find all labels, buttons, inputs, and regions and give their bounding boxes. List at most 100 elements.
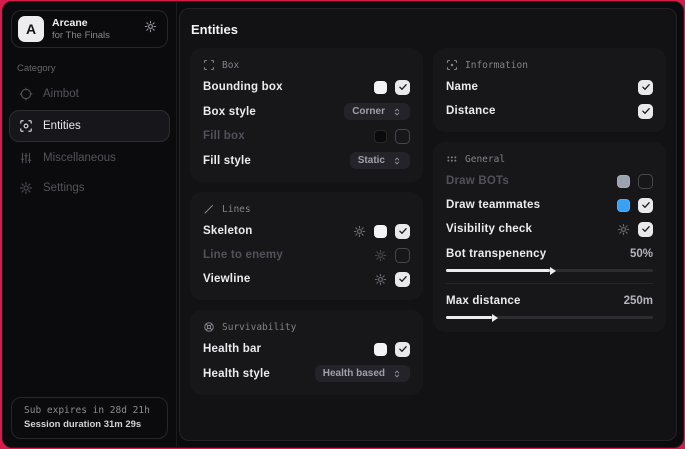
setting-label: Bot transpenency	[446, 248, 546, 260]
checkbox[interactable]	[638, 80, 653, 95]
right-column: Information Name Distance	[433, 48, 666, 332]
session-duration-text: Session duration 31m 29s	[24, 419, 155, 430]
setting-label: Bounding box	[203, 81, 283, 93]
fill-style-dropdown[interactable]: Static	[350, 152, 410, 169]
checkbox[interactable]	[395, 342, 410, 357]
dropdown-value: Corner	[352, 106, 385, 117]
category-label: Category	[17, 63, 162, 74]
color-swatch[interactable]	[374, 225, 387, 238]
app-subtitle: for The Finals	[52, 30, 136, 42]
app-logo: A	[18, 16, 44, 42]
left-column: Box Bounding box Box style	[190, 48, 423, 395]
box-style-dropdown[interactable]: Corner	[344, 103, 410, 120]
subscription-card: Sub expires in 28d 21h Session duration …	[11, 397, 168, 439]
setting-label: Health bar	[203, 343, 261, 355]
setting-row-fill-style: Fill style Static	[203, 152, 410, 169]
setting-row-visibility-check: Visibility check	[446, 221, 653, 237]
sub-expiry-text: Sub expires in 28d 21h	[24, 405, 155, 416]
sidebar-item-entities[interactable]: Entities	[9, 110, 170, 142]
sidebar-item-label: Entities	[43, 120, 81, 132]
slider-thumb[interactable]	[550, 267, 556, 275]
sliders-icon	[19, 151, 33, 165]
sidebar-item-label: Aimbot	[43, 88, 79, 100]
setting-row-skeleton: Skeleton	[203, 223, 410, 239]
gear-icon[interactable]	[617, 223, 630, 236]
divider	[446, 283, 653, 284]
slider-label-row: Max distance 250m	[446, 293, 653, 309]
setting-label: Box style	[203, 106, 256, 118]
dropdown-value: Static	[358, 155, 385, 166]
slider-value: 50%	[630, 248, 653, 260]
line-icon	[203, 203, 215, 215]
bot-transpenency-slider[interactable]	[446, 269, 653, 272]
gear-icon	[19, 181, 33, 195]
color-swatch[interactable]	[374, 130, 387, 143]
section-general-header: General	[446, 153, 653, 165]
setting-label: Viewline	[203, 273, 250, 285]
section-information-header: Information	[446, 59, 653, 71]
section-title: Survivability	[222, 322, 296, 333]
slider-value: 250m	[624, 295, 653, 307]
setting-row-viewline: Viewline	[203, 271, 410, 287]
settings-columns: Box Bounding box Box style	[180, 48, 676, 395]
setting-label: Name	[446, 81, 478, 93]
app-header-card: A Arcane for The Finals	[11, 10, 168, 48]
chevrons-up-down-icon	[392, 107, 402, 117]
color-swatch[interactable]	[374, 81, 387, 94]
main-panel: Entities Box Bounding box	[179, 8, 677, 441]
gear-icon[interactable]	[144, 20, 157, 38]
slider-thumb[interactable]	[492, 314, 498, 322]
setting-label: Distance	[446, 105, 496, 117]
checkbox[interactable]	[638, 174, 653, 189]
checkbox[interactable]	[395, 248, 410, 263]
checkbox[interactable]	[395, 272, 410, 287]
app-title-block: Arcane for The Finals	[52, 17, 136, 42]
section-title: General	[465, 154, 505, 165]
health-style-dropdown[interactable]: Health based	[315, 365, 410, 382]
slider-fill	[446, 316, 492, 319]
max-distance-slider[interactable]	[446, 316, 653, 319]
chevrons-up-down-icon	[392, 156, 402, 166]
section-information: Information Name Distance	[433, 48, 666, 132]
grid-icon	[446, 153, 458, 165]
sidebar-item-label: Miscellaneous	[43, 152, 116, 164]
section-title: Box	[222, 60, 239, 71]
color-swatch[interactable]	[617, 175, 630, 188]
checkbox[interactable]	[395, 224, 410, 239]
setting-slider-max-distance: Max distance 250m	[446, 293, 653, 319]
setting-label: Visibility check	[446, 223, 532, 235]
checkbox[interactable]	[638, 198, 653, 213]
section-title: Lines	[222, 204, 251, 215]
setting-row-line-to-enemy: Line to enemy	[203, 247, 410, 263]
checkbox[interactable]	[638, 104, 653, 119]
gear-icon[interactable]	[374, 249, 387, 262]
setting-label: Draw teammates	[446, 199, 540, 211]
checkbox[interactable]	[395, 129, 410, 144]
section-box-header: Box	[203, 59, 410, 71]
sidebar-item-miscellaneous[interactable]: Miscellaneous	[9, 144, 170, 172]
gear-icon[interactable]	[374, 273, 387, 286]
sidebar-nav: Aimbot Entities Miscellaneous Settings	[3, 78, 176, 204]
checkbox[interactable]	[395, 80, 410, 95]
slider-fill	[446, 269, 550, 272]
setting-row-health-bar: Health bar	[203, 341, 410, 357]
sidebar-item-label: Settings	[43, 182, 85, 194]
sidebar-item-aimbot[interactable]: Aimbot	[9, 80, 170, 108]
setting-label: Health style	[203, 368, 270, 380]
lifebuoy-icon	[203, 321, 215, 333]
setting-row-bounding-box: Bounding box	[203, 79, 410, 95]
app-logo-letter: A	[26, 21, 36, 37]
app-window: A Arcane for The Finals Category Aimbot	[2, 1, 684, 448]
color-swatch[interactable]	[374, 343, 387, 356]
sidebar-item-settings[interactable]: Settings	[9, 174, 170, 202]
setting-label: Max distance	[446, 295, 521, 307]
app-name: Arcane	[52, 17, 136, 30]
section-title: Information	[465, 60, 528, 71]
chevrons-up-down-icon	[392, 369, 402, 379]
color-swatch[interactable]	[617, 199, 630, 212]
gear-icon[interactable]	[353, 225, 366, 238]
checkbox[interactable]	[638, 222, 653, 237]
setting-row-distance: Distance	[446, 103, 653, 119]
slider-label-row: Bot transpenency 50%	[446, 246, 653, 262]
section-lines-header: Lines	[203, 203, 410, 215]
